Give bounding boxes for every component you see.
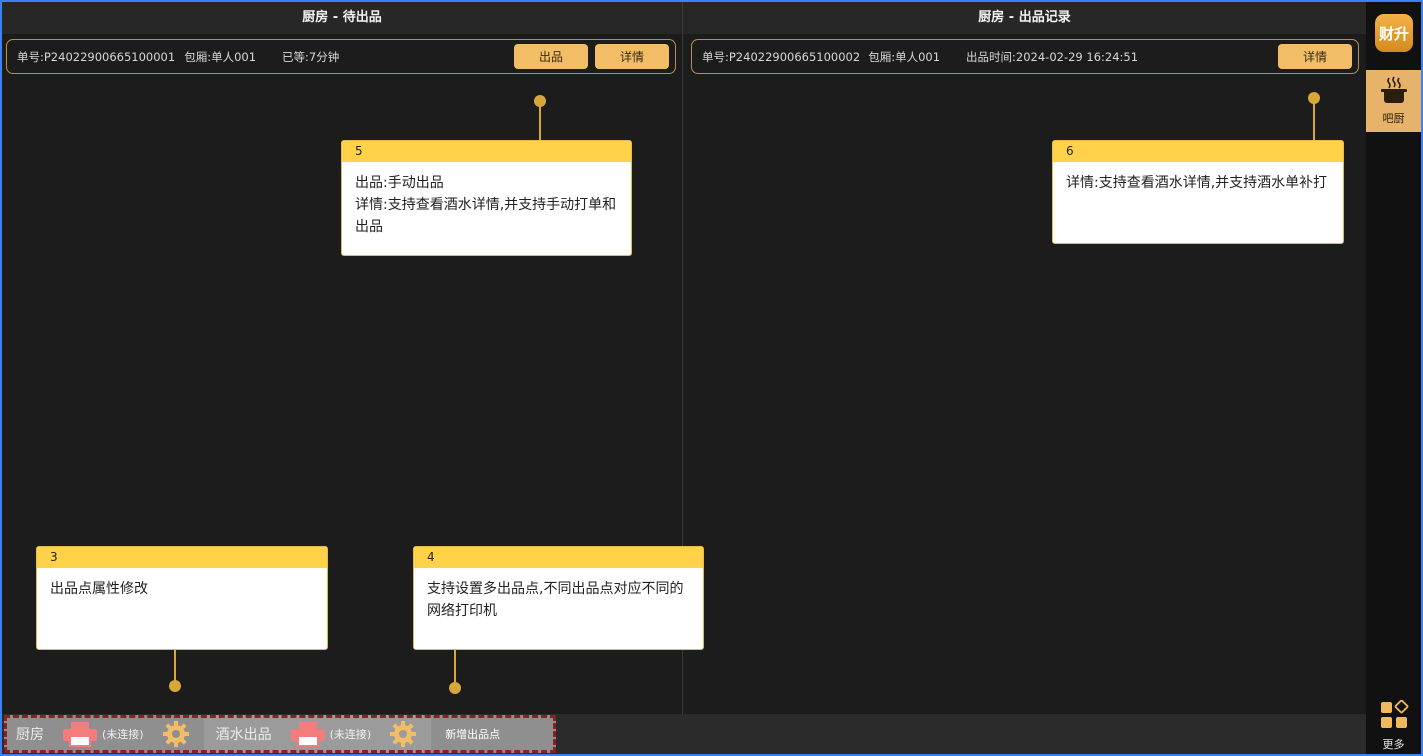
pending-panel-title: 厨房 - 待出品 bbox=[2, 2, 682, 34]
callout-connector bbox=[454, 650, 456, 685]
callout-3: 3 出品点属性修改 bbox=[36, 546, 328, 650]
callout-number: 6 bbox=[1053, 141, 1343, 162]
callout-connector bbox=[174, 650, 176, 683]
callout-line: 出品:手动出品 bbox=[355, 175, 444, 191]
order-number: 单号:P24022900665100002 bbox=[702, 49, 861, 64]
sidebar-item-label: 吧厨 bbox=[1382, 112, 1405, 125]
pending-order-row[interactable]: 单号:P24022900665100001 包厢:单人001 已等:7分钟 出品… bbox=[6, 39, 676, 74]
callout-connector bbox=[1313, 99, 1315, 140]
gear-icon[interactable] bbox=[162, 720, 190, 748]
printer-icon bbox=[290, 721, 326, 747]
callout-line: 详情:支持查看酒水详情,并支持手动打单和出品 bbox=[355, 197, 617, 235]
callout-line: 详情:支持查看酒水详情,并支持酒水单补打 bbox=[1066, 175, 1328, 191]
callout-connector bbox=[539, 102, 541, 140]
right-sidebar: 财升 吧厨 更多 bbox=[1366, 2, 1421, 754]
station-wine[interactable]: 酒水出品 (未连接) bbox=[203, 715, 432, 753]
more-button[interactable]: 更多 bbox=[1366, 699, 1421, 751]
callout-line: 出品点属性修改 bbox=[50, 581, 148, 597]
callout-number: 3 bbox=[37, 547, 327, 568]
history-panel: 厨房 - 出品记录 单号:P24022900665100002 包厢:单人001… bbox=[683, 2, 1366, 714]
callout-6: 6 详情:支持查看酒水详情,并支持酒水单补打 bbox=[1052, 140, 1344, 244]
callout-number: 4 bbox=[414, 547, 703, 568]
serve-button[interactable]: 出品 bbox=[514, 44, 588, 69]
callout-number: 5 bbox=[342, 141, 631, 162]
sidebar-item-bar-kitchen[interactable]: 吧厨 bbox=[1366, 70, 1421, 132]
callout-4: 4 支持设置多出品点,不同出品点对应不同的网络打印机 bbox=[413, 546, 704, 650]
callout-anchor-dot bbox=[169, 680, 181, 692]
history-order-row[interactable]: 单号:P24022900665100002 包厢:单人001 出品时间:2024… bbox=[691, 39, 1359, 74]
detail-button[interactable]: 详情 bbox=[595, 44, 669, 69]
callout-anchor-dot bbox=[449, 682, 461, 694]
printer-status: (未连接) bbox=[102, 728, 144, 741]
callout-line: 支持设置多出品点,不同出品点对应不同的网络打印机 bbox=[427, 581, 684, 619]
order-wait-time: 已等:7分钟 bbox=[282, 49, 340, 64]
order-room: 包厢:单人001 bbox=[868, 49, 941, 64]
printer-status: (未连接) bbox=[329, 728, 372, 741]
gear-icon[interactable] bbox=[389, 720, 417, 748]
app-logo: 财升 bbox=[1375, 14, 1413, 52]
station-list: 厨房 (未连接) 酒水出品 (未连接) 新增出品点 bbox=[4, 715, 556, 753]
order-room: 包厢:单人001 bbox=[184, 49, 257, 64]
order-out-time: 出品时间:2024-02-29 16:24:51 bbox=[966, 49, 1139, 64]
station-name: 酒水出品 bbox=[215, 727, 272, 743]
detail-button[interactable]: 详情 bbox=[1278, 44, 1352, 69]
add-station-button[interactable]: 新增出品点 bbox=[445, 726, 500, 742]
pot-icon bbox=[1379, 76, 1409, 108]
order-number: 单号:P24022900665100001 bbox=[17, 49, 176, 64]
station-kitchen[interactable]: 厨房 (未连接) bbox=[16, 715, 204, 753]
more-label: 更多 bbox=[1382, 738, 1405, 751]
history-panel-title: 厨房 - 出品记录 bbox=[683, 2, 1366, 34]
printer-icon bbox=[62, 721, 98, 747]
callout-5: 5 出品:手动出品 详情:支持查看酒水详情,并支持手动打单和出品 bbox=[341, 140, 632, 256]
grid-icon bbox=[1379, 699, 1409, 734]
station-name: 厨房 bbox=[16, 727, 44, 743]
bottom-station-bar: 厨房 (未连接) 酒水出品 (未连接) 新增出品点 bbox=[2, 714, 1366, 754]
